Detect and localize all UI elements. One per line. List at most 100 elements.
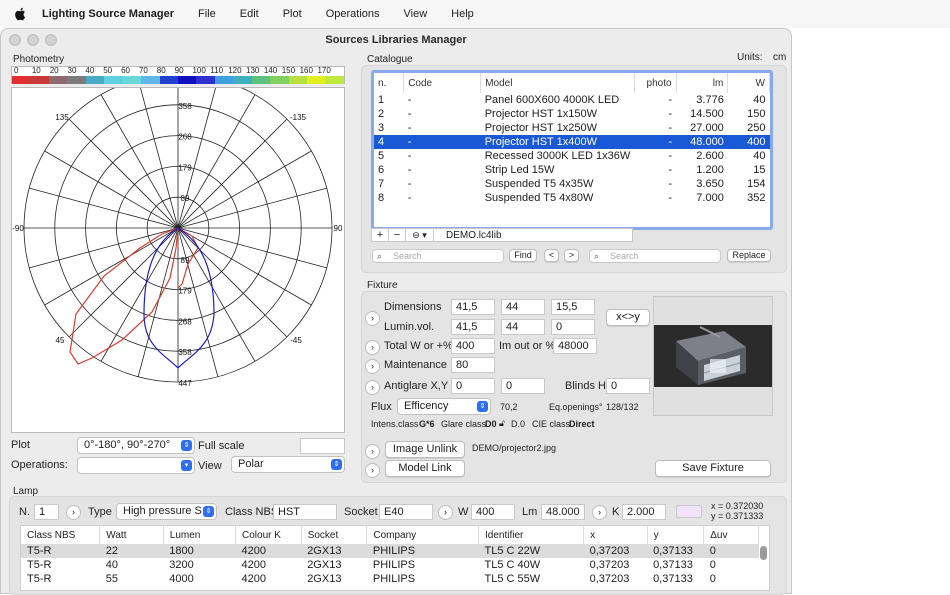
col-lumen[interactable]: Lumen [163, 526, 237, 544]
catalogue-search-input[interactable]: ⌕ Search [372, 249, 504, 263]
lm-expand-button[interactable]: › [592, 505, 607, 520]
remove-button[interactable]: − [389, 229, 406, 241]
maintenance-input[interactable]: 80 [451, 357, 495, 373]
lamp-lm-input[interactable]: 48.000 [541, 504, 585, 520]
lamp-row[interactable]: T5-R 40 3200 4200 2GX13 PHILIPS TL5 C 40W 0,372… [21, 558, 759, 572]
lamp-row[interactable]: T5-R 22 1800 4200 2GX13 PHILIPS TL5 C 22W 0,372… [21, 544, 759, 558]
options-menu-icon[interactable]: ⊖ ▾ [406, 229, 434, 241]
blinds-input[interactable]: 0 [606, 378, 650, 394]
col-class-nbs[interactable]: Class NBS [21, 526, 101, 544]
lamp-color-swatch[interactable] [676, 505, 702, 518]
lamp-type-select[interactable]: High pressure S... ⇕ [116, 503, 217, 520]
radial-value-label: 358 [178, 348, 192, 357]
model-expand-button[interactable]: › [365, 463, 380, 478]
flux-select[interactable]: Efficency ⇕ [397, 398, 491, 415]
class-nbs-input[interactable]: HST [273, 504, 337, 520]
radial-value-label: 89 [181, 194, 190, 203]
plot-select[interactable]: 0°-180°, 90°-270° ⇕ [77, 437, 195, 454]
close-window-button[interactable] [9, 34, 21, 46]
col-company[interactable]: Company [366, 526, 479, 544]
total-w-expand-button[interactable]: › [365, 340, 380, 355]
lock-value: D.0 [511, 419, 526, 429]
col-code[interactable]: Code [403, 73, 482, 93]
menu-edit[interactable]: Edit [228, 8, 271, 20]
catalogue-row[interactable]: 3 - Projector HST 1x250W - 27.000 250 [374, 121, 770, 135]
next-button[interactable]: > [564, 249, 579, 262]
col-n[interactable]: n. [374, 73, 405, 93]
lamp-cell: 22 [99, 544, 164, 558]
lamp-cell: T5-R [21, 544, 100, 558]
lamp-k-input[interactable]: 2.000 [622, 504, 666, 520]
lumin-vol-length-input[interactable]: 41,5 [451, 319, 495, 335]
col-lm[interactable]: lm [676, 73, 729, 93]
total-w-input[interactable]: 400 [451, 338, 495, 354]
lumin-vol-height-input[interactable]: 0 [551, 319, 595, 335]
col-watt[interactable]: Watt [99, 526, 164, 544]
menu-view[interactable]: View [392, 8, 440, 20]
lamp-w-input[interactable]: 400 [471, 504, 515, 520]
angle-label: 135 [55, 113, 69, 122]
socket-input[interactable]: E40 [379, 504, 433, 520]
scale-tick-label: 130 [246, 66, 260, 75]
col-duv[interactable]: Δuv [703, 526, 759, 544]
lock-icon[interactable]: 🔓︎ [499, 418, 505, 429]
lamp-row[interactable]: T5-R 55 4000 4200 2GX13 PHILIPS TL5 C 55W 0,372… [21, 572, 759, 586]
catalogue-row[interactable]: 6 - Strip Led 15W - 1.200 15 [374, 163, 770, 177]
swap-xy-button[interactable]: x<>y [606, 309, 650, 326]
menu-plot[interactable]: Plot [271, 8, 314, 20]
model-link-button[interactable]: Model Link [385, 460, 465, 477]
lamp-table-scrollbar[interactable] [760, 546, 767, 560]
catalogue-row[interactable]: 2 - Projector HST 1x150W - 14.500 150 [374, 107, 770, 121]
antiglare-y-input[interactable]: 0 [501, 378, 545, 394]
menu-help[interactable]: Help [439, 8, 486, 20]
dimensions-expand-button[interactable]: › [365, 311, 380, 326]
menu-file[interactable]: File [186, 8, 228, 20]
fixture-image [653, 296, 773, 416]
dimension-height-input[interactable]: 15,5 [551, 299, 595, 315]
image-unlink-button[interactable]: Image Unlink [385, 441, 465, 458]
lumin-vol-width-input[interactable]: 44 [501, 319, 545, 335]
maintenance-expand-button[interactable]: › [365, 359, 380, 374]
socket-expand-button[interactable]: › [438, 505, 453, 520]
replace-button[interactable]: Replace [727, 249, 771, 262]
antiglare-x-input[interactable]: 0 [451, 378, 495, 394]
col-socket[interactable]: Socket [301, 526, 368, 544]
full-scale-input[interactable] [300, 438, 345, 454]
col-x[interactable]: x [583, 526, 648, 544]
catalogue-row[interactable]: 7 - Suspended T5 4x35W - 3.650 154 [374, 177, 770, 191]
zoom-window-button[interactable] [45, 34, 57, 46]
menu-operations[interactable]: Operations [314, 8, 392, 20]
catalogue-row[interactable]: 8 - Suspended T5 4x80W - 7.000 352 [374, 191, 770, 205]
operations-select[interactable]: ▾ [77, 457, 195, 474]
col-model[interactable]: Model [480, 73, 635, 93]
catalogue-row[interactable]: 1 - Panel 600X600 4000K LED - 3.776 40 [374, 93, 770, 107]
catalogue-table[interactable]: n. Code Model photo lm W 1 - Panel 600X600… [371, 70, 773, 230]
replace-search-input[interactable]: ⌕ Search [589, 249, 721, 263]
col-identifier[interactable]: Identifier [478, 526, 585, 544]
save-fixture-button[interactable]: Save Fixture [655, 460, 771, 477]
dimension-length-input[interactable]: 41,5 [451, 299, 495, 315]
minimize-window-button[interactable] [27, 34, 39, 46]
view-select[interactable]: Polar ⇕ [231, 456, 345, 473]
im-out-input[interactable]: 48000 [553, 338, 597, 354]
lamp-table[interactable]: Class NBS Watt Lumen Colour K Socket Com… [20, 525, 770, 591]
col-w[interactable]: W [727, 73, 770, 93]
app-name[interactable]: Lighting Source Manager [42, 8, 174, 20]
prev-button[interactable]: < [544, 249, 559, 262]
catalogue-row[interactable]: 4- Projector HST 1x400W -48.000 400 [374, 135, 770, 149]
photometry-polar-plot[interactable]: 4473582681798989179268358447180-9090135-… [11, 63, 345, 433]
col-photo[interactable]: photo [634, 73, 677, 93]
image-expand-button[interactable]: › [365, 444, 380, 459]
dimension-width-input[interactable]: 44 [501, 299, 545, 315]
antiglare-expand-button[interactable]: › [365, 380, 380, 395]
catalogue-row[interactable]: 5 - Recessed 3000K LED 1x36W - 2.600 40 [374, 149, 770, 163]
find-button[interactable]: Find [509, 249, 537, 262]
chevron-down-icon: ▾ [181, 460, 192, 471]
lamp-n-input[interactable]: 1 [34, 504, 59, 520]
col-y[interactable]: y [647, 526, 705, 544]
col-colour-k[interactable]: Colour K [235, 526, 302, 544]
catalogue-cell: Panel 600X600 4000K LED [484, 94, 620, 106]
apple-icon[interactable] [14, 7, 28, 21]
add-button[interactable]: + [372, 229, 389, 241]
lamp-n-expand-button[interactable]: › [66, 505, 81, 520]
